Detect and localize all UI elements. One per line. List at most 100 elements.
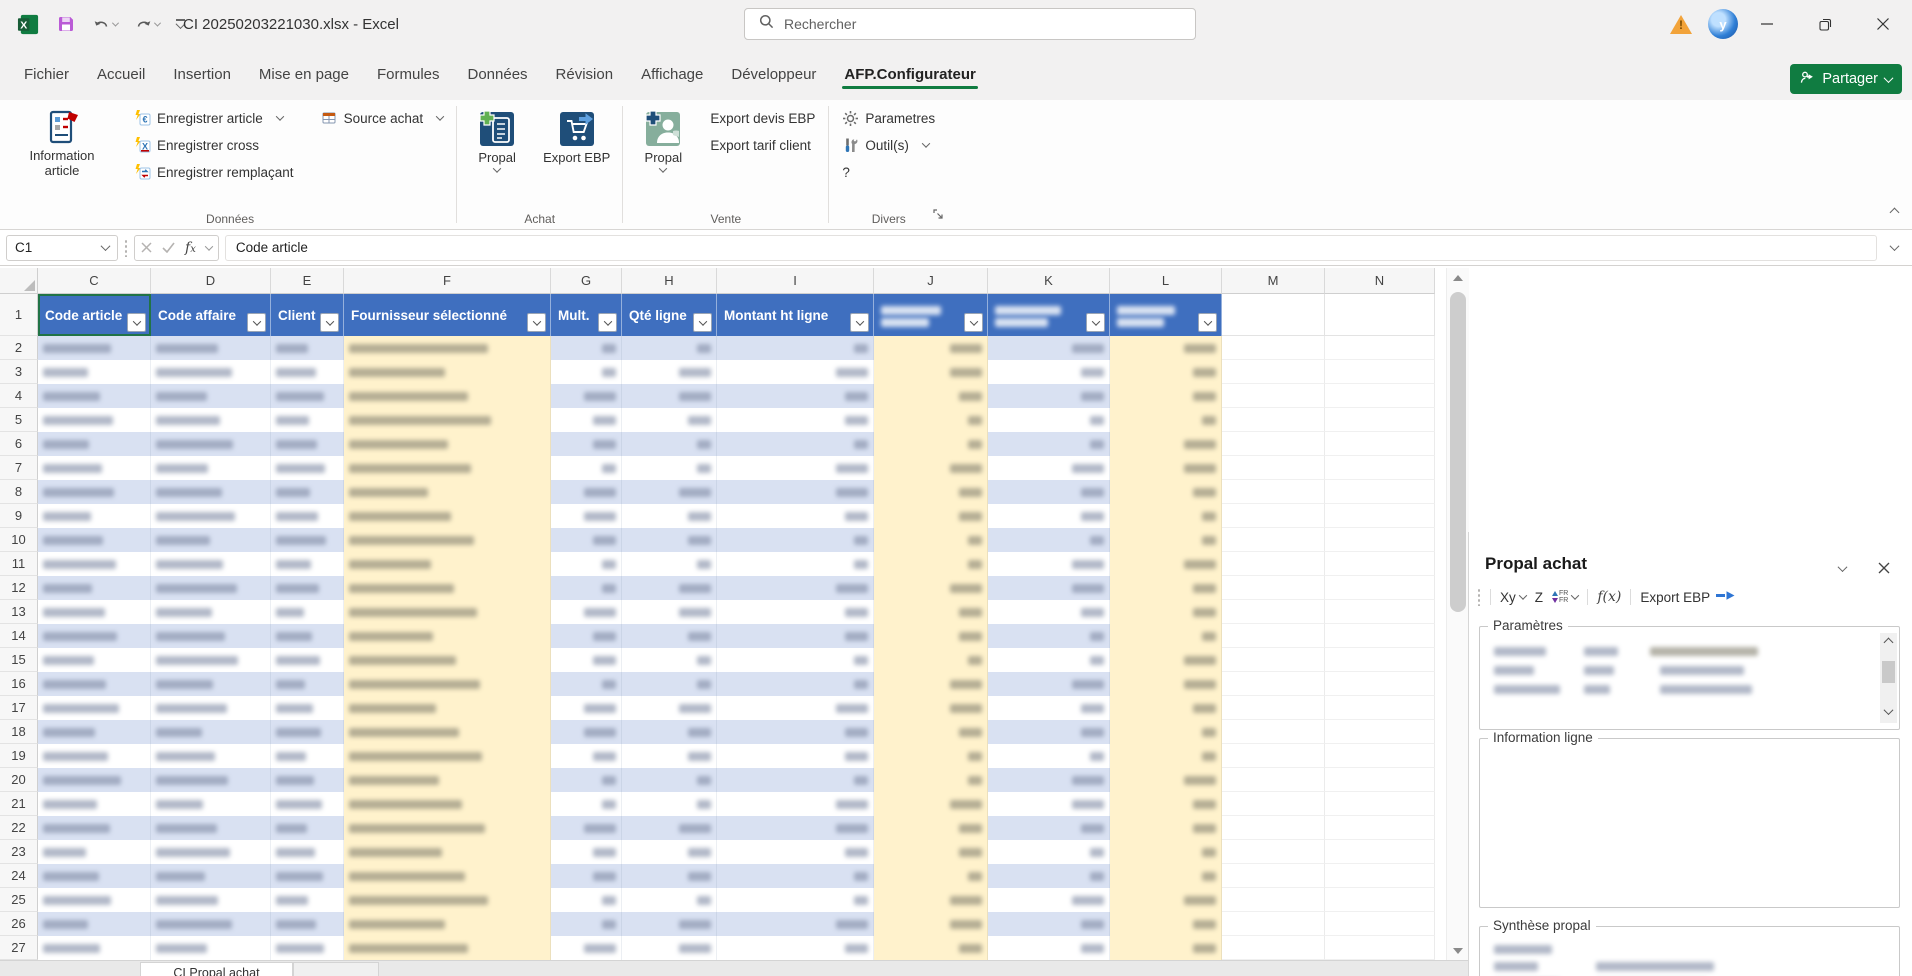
table-header-I1[interactable]: Montant ht ligne — [717, 294, 874, 336]
column-header-J[interactable]: J — [874, 268, 988, 294]
table-header-G1[interactable]: Mult. — [551, 294, 622, 336]
row-header-11[interactable]: 11 — [0, 552, 38, 576]
cell-D22[interactable] — [151, 816, 271, 840]
filter-dropdown-button[interactable] — [127, 313, 146, 332]
tab-affichage[interactable]: Affichage — [627, 58, 717, 91]
cell-G24[interactable] — [551, 864, 622, 888]
cell-H27[interactable] — [622, 936, 717, 960]
scrollbar-thumb[interactable] — [1450, 292, 1466, 612]
cell-E14[interactable] — [271, 624, 344, 648]
cell-D9[interactable] — [151, 504, 271, 528]
column-header-K[interactable]: K — [988, 268, 1110, 294]
cell-I24[interactable] — [717, 864, 874, 888]
cell-L14[interactable] — [1110, 624, 1222, 648]
ribbon-button-information-article[interactable]: Information article — [12, 105, 112, 180]
row-header-16[interactable]: 16 — [0, 672, 38, 696]
share-button[interactable]: Partager — [1790, 64, 1902, 94]
row-header-3[interactable]: 3 — [0, 360, 38, 384]
undo-button[interactable] — [89, 13, 121, 35]
cell-D13[interactable] — [151, 600, 271, 624]
cell-K8[interactable] — [988, 480, 1110, 504]
cell-C24[interactable] — [38, 864, 151, 888]
cell-F7[interactable] — [344, 456, 551, 480]
cell-C16[interactable] — [38, 672, 151, 696]
table-header-D1[interactable]: Code affaire — [151, 294, 271, 336]
cell-F4[interactable] — [344, 384, 551, 408]
minimize-button[interactable] — [1738, 0, 1796, 48]
cell-J7[interactable] — [874, 456, 988, 480]
cell-M17[interactable] — [1222, 696, 1325, 720]
ribbon-button-enregistrer-cross[interactable]: XEnregistrer cross — [128, 132, 299, 158]
cell-L19[interactable] — [1110, 744, 1222, 768]
cell-D10[interactable] — [151, 528, 271, 552]
cell-D16[interactable] — [151, 672, 271, 696]
cell-C22[interactable] — [38, 816, 151, 840]
cell-H7[interactable] — [622, 456, 717, 480]
cell-C21[interactable] — [38, 792, 151, 816]
row-header-2[interactable]: 2 — [0, 336, 38, 360]
cell-G6[interactable] — [551, 432, 622, 456]
tab-accueil[interactable]: Accueil — [83, 58, 159, 91]
cell-L27[interactable] — [1110, 936, 1222, 960]
cell-E23[interactable] — [271, 840, 344, 864]
expand-formula-bar-icon[interactable] — [1890, 241, 1900, 251]
cell-G15[interactable] — [551, 648, 622, 672]
cell-N2[interactable] — [1325, 336, 1435, 360]
cell-G7[interactable] — [551, 456, 622, 480]
cell-E5[interactable] — [271, 408, 344, 432]
row-header-25[interactable]: 25 — [0, 888, 38, 912]
row-header-17[interactable]: 17 — [0, 696, 38, 720]
cell-J3[interactable] — [874, 360, 988, 384]
cell-L21[interactable] — [1110, 792, 1222, 816]
cell-N8[interactable] — [1325, 480, 1435, 504]
cell-E15[interactable] — [271, 648, 344, 672]
cell-N22[interactable] — [1325, 816, 1435, 840]
cell-F18[interactable] — [344, 720, 551, 744]
cell-I3[interactable] — [717, 360, 874, 384]
cell-N15[interactable] — [1325, 648, 1435, 672]
column-header-H[interactable]: H — [622, 268, 717, 294]
cell-C25[interactable] — [38, 888, 151, 912]
row-header-15[interactable]: 15 — [0, 648, 38, 672]
cell-C27[interactable] — [38, 936, 151, 960]
row-header-10[interactable]: 10 — [0, 528, 38, 552]
cell-M5[interactable] — [1222, 408, 1325, 432]
cell-M13[interactable] — [1222, 600, 1325, 624]
cell-J9[interactable] — [874, 504, 988, 528]
row-header-1[interactable]: 1 — [0, 294, 38, 336]
cell-K24[interactable] — [988, 864, 1110, 888]
cell-K11[interactable] — [988, 552, 1110, 576]
cell-J6[interactable] — [874, 432, 988, 456]
ribbon-button-export-tarif-client[interactable]: Export tarif client — [705, 132, 820, 158]
pane-sort-fr-button[interactable]: FR FR — [1552, 590, 1578, 604]
table-header-C1[interactable]: Code article — [38, 294, 151, 336]
cell-G9[interactable] — [551, 504, 622, 528]
cell-I2[interactable] — [717, 336, 874, 360]
cell-E25[interactable] — [271, 888, 344, 912]
cell-F16[interactable] — [344, 672, 551, 696]
cell-F24[interactable] — [344, 864, 551, 888]
tab-insertion[interactable]: Insertion — [159, 58, 245, 91]
cell-G26[interactable] — [551, 912, 622, 936]
cell-E6[interactable] — [271, 432, 344, 456]
cell-D20[interactable] — [151, 768, 271, 792]
ribbon-button-export-ebp[interactable]: Export EBP — [539, 105, 614, 167]
cell-G11[interactable] — [551, 552, 622, 576]
cell-M16[interactable] — [1222, 672, 1325, 696]
ribbon-button-propal[interactable]: Propal — [631, 105, 695, 175]
cell-M20[interactable] — [1222, 768, 1325, 792]
cell-E21[interactable] — [271, 792, 344, 816]
column-header-M[interactable]: M — [1222, 268, 1325, 294]
row-header-23[interactable]: 23 — [0, 840, 38, 864]
cell-F19[interactable] — [344, 744, 551, 768]
cell-D15[interactable] — [151, 648, 271, 672]
pane-options-button[interactable] — [1830, 556, 1854, 580]
cell-M21[interactable] — [1222, 792, 1325, 816]
cell-L26[interactable] — [1110, 912, 1222, 936]
filter-dropdown-button[interactable] — [693, 313, 712, 332]
cell-F22[interactable] — [344, 816, 551, 840]
cell-K23[interactable] — [988, 840, 1110, 864]
cell-N7[interactable] — [1325, 456, 1435, 480]
cell-C11[interactable] — [38, 552, 151, 576]
cell-I14[interactable] — [717, 624, 874, 648]
